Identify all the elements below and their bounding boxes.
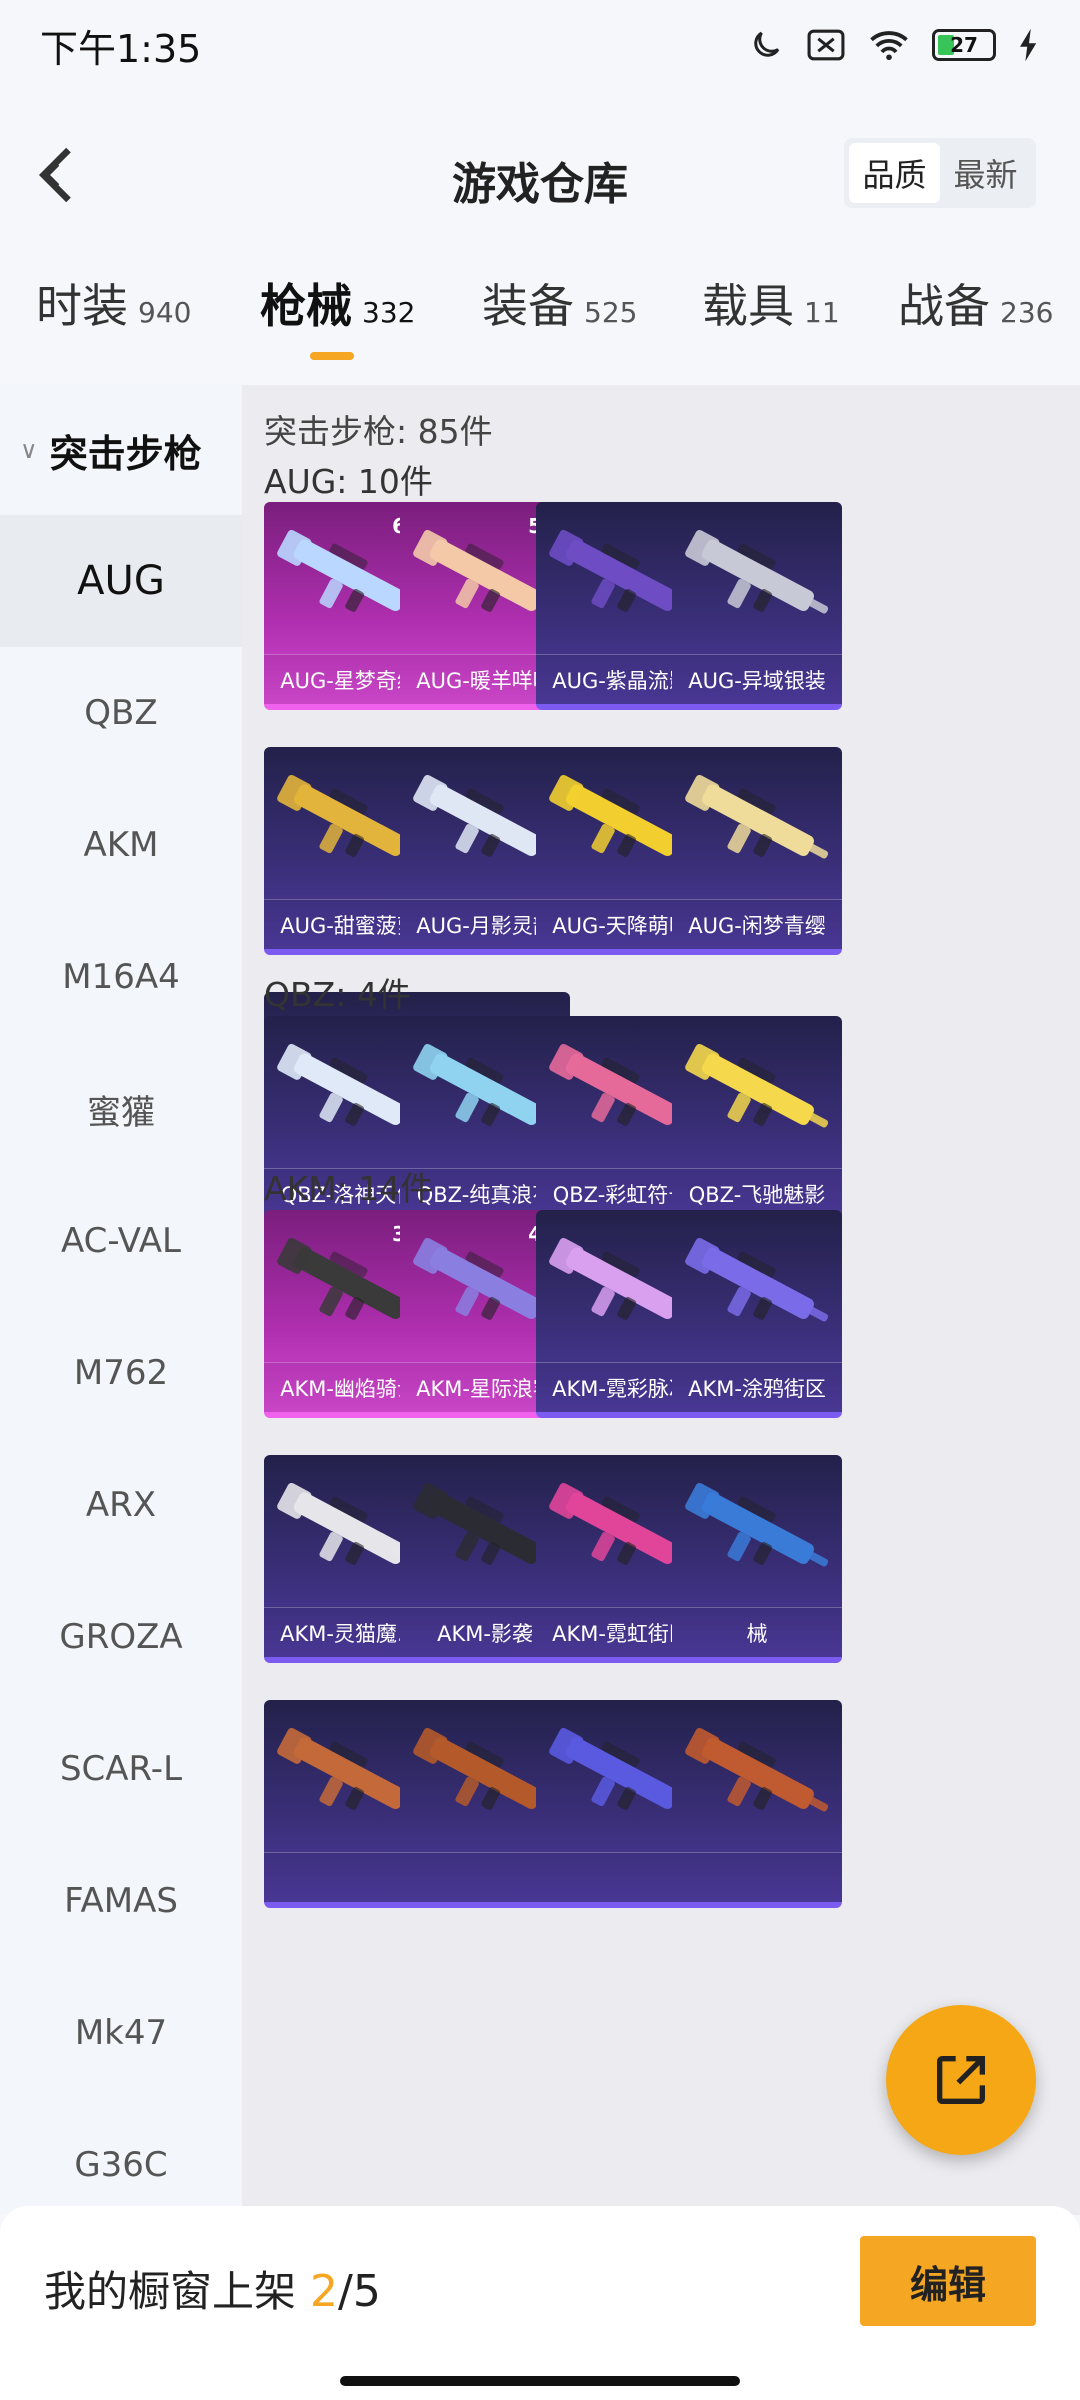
header: 游戏仓库 品质 最新	[0, 120, 1080, 230]
tab-count: 332	[362, 296, 416, 329]
sidebar-item[interactable]: GROZA	[0, 1571, 242, 1703]
sidebar-item[interactable]: Mk47	[0, 1967, 242, 2099]
showcase-label: 我的橱窗上架	[44, 2267, 297, 2316]
sidebar-item[interactable]: ARX	[0, 1439, 242, 1571]
bottom-bar: 我的橱窗上架 2 /5 编辑	[0, 2206, 1080, 2400]
tab-label: 时装	[36, 279, 128, 333]
battery-icon: 27	[932, 29, 996, 61]
sidebar-item[interactable]: AUG	[0, 515, 242, 647]
status-time: 下午1:35	[40, 26, 202, 71]
sidebar-item[interactable]: QBZ	[0, 647, 242, 779]
tab-supplies[interactable]: 战备 236	[898, 270, 1053, 336]
showcase-total: /5	[338, 2266, 381, 2317]
gun-skin-image	[685, 1482, 829, 1567]
weapon-sidebar: ∨ 突击步枪 AUG QBZ AKM M16A4 蜜獾 AC-VAL M762 ARX GROZ…	[0, 385, 242, 2215]
wifi-icon	[870, 31, 908, 61]
tab-label: 装备	[482, 279, 574, 333]
gun-skin-image	[685, 529, 829, 614]
sort-newest-button[interactable]: 最新	[940, 143, 1031, 203]
showcase-current: 2	[310, 2266, 339, 2317]
category-tabs: 时装 940 枪械 332 装备 525 载具 11 战备 236	[0, 270, 1080, 370]
sidebar-item[interactable]: FAMAS	[0, 1835, 242, 1967]
gun-skin-image	[685, 1043, 829, 1128]
group-title: AUG: 10件	[264, 462, 433, 501]
tab-label: 枪械	[260, 279, 352, 333]
sidebar-item[interactable]: M762	[0, 1307, 242, 1439]
sidebar-group-label: 突击步枪	[49, 431, 202, 476]
tab-vehicles[interactable]: 载具 11	[702, 270, 840, 336]
sidebar-item[interactable]: 蜜獾	[0, 1043, 242, 1175]
item-card[interactable]: AUG-闲梦青缨	[672, 747, 842, 955]
showcase-status: 我的橱窗上架 2 /5	[44, 2258, 381, 2319]
item-card[interactable]: AUG-异域银装	[672, 502, 842, 710]
item-name: AUG-闲梦青缨	[672, 899, 842, 949]
tab-guns[interactable]: 枪械 332	[260, 270, 415, 336]
sidebar-item[interactable]: SCAR-L	[0, 1703, 242, 1835]
charging-bolt-icon	[1020, 28, 1037, 62]
group-title: AKM: 14件	[264, 1169, 434, 1208]
tab-count: 525	[584, 296, 638, 329]
inventory-grid: 突击步枪: 85件 AUG: 10件6级AUG-星梦奇缘5级AUG-暖羊咩咩AU…	[242, 385, 1080, 2215]
gun-skin-image	[685, 1727, 829, 1812]
sidebar-item[interactable]: M16A4	[0, 911, 242, 1043]
tab-equipment[interactable]: 装备 525	[482, 270, 637, 336]
no-sim-icon	[807, 29, 845, 61]
tab-count: 940	[138, 296, 192, 329]
item-card[interactable]	[672, 1700, 842, 1908]
item-name: AUG-异域银装	[672, 654, 842, 704]
item-card[interactable]: 械	[672, 1455, 842, 1663]
sidebar-item[interactable]: AKM	[0, 779, 242, 911]
group-title: QBZ: 4件	[264, 975, 411, 1014]
status-bar: 下午1:35 27	[0, 0, 1080, 90]
share-external-icon	[937, 2056, 985, 2104]
tab-label: 战备	[898, 279, 990, 333]
tab-label: 载具	[702, 279, 794, 333]
section-total: 突击步枪: 85件	[264, 412, 493, 451]
home-indicator[interactable]	[340, 2376, 740, 2386]
active-tab-indicator	[310, 352, 354, 360]
chevron-down-icon: ∨	[20, 436, 38, 464]
tab-count: 236	[1000, 296, 1054, 329]
gun-skin-image	[685, 774, 829, 859]
moon-icon	[754, 31, 780, 57]
item-name: AKM-涂鸦街区	[672, 1362, 842, 1412]
item-name	[672, 1852, 842, 1902]
tab-count: 11	[804, 296, 840, 329]
share-fab-button[interactable]	[886, 2005, 1036, 2155]
status-icons: 27	[748, 27, 1040, 63]
tab-fashion[interactable]: 时装 940	[36, 270, 191, 336]
gun-skin-image	[685, 1237, 829, 1322]
item-card[interactable]: AKM-涂鸦街区	[672, 1210, 842, 1418]
sort-toggle: 品质 最新	[844, 138, 1036, 208]
sort-quality-button[interactable]: 品质	[849, 143, 940, 203]
item-card[interactable]: QBZ-飞驰魅影	[672, 1016, 842, 1224]
sidebar-item[interactable]: AC-VAL	[0, 1175, 242, 1307]
item-name: 械	[672, 1607, 842, 1657]
sidebar-list: AUG QBZ AKM M16A4 蜜獾 AC-VAL M762 ARX GROZA SCAR-L…	[0, 515, 242, 2231]
sidebar-group-assault-rifles[interactable]: ∨ 突击步枪	[0, 385, 242, 515]
edit-button[interactable]: 编辑	[860, 2236, 1036, 2326]
